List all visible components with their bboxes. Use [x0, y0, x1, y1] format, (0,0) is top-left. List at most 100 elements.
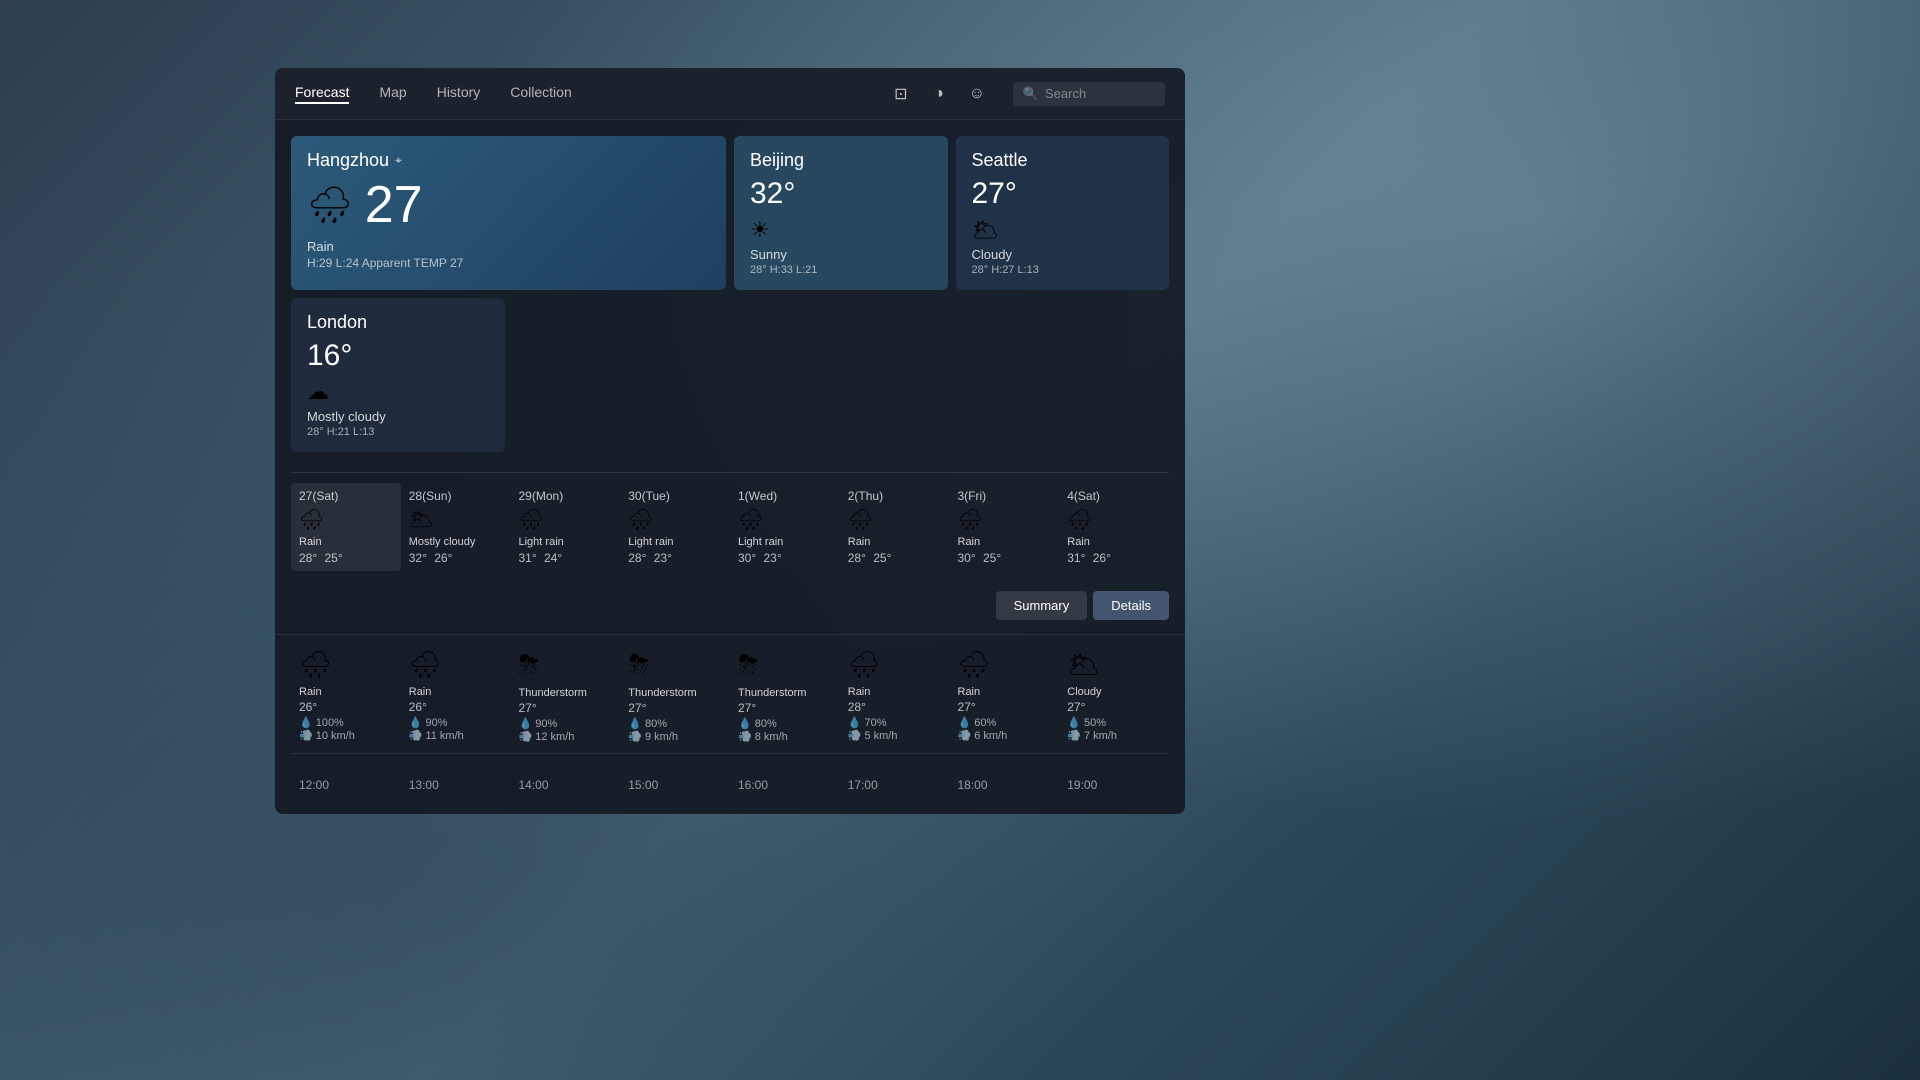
- hour-col-0[interactable]: 🌧 Rain 26° 💧100% 💨10 km/h: [291, 643, 401, 749]
- summary-button[interactable]: Summary: [996, 591, 1088, 620]
- day-col-3[interactable]: 30(Tue) 🌧 Light rain 28° 23°: [620, 483, 730, 571]
- search-icon: 🔍: [1023, 86, 1039, 102]
- details-button[interactable]: Details: [1093, 591, 1169, 620]
- hour-time-label: 14:00: [519, 778, 613, 792]
- day-high: 30°: [738, 551, 756, 565]
- hour-temp: 27°: [738, 701, 832, 715]
- hour-weather-icon: 🌧: [299, 649, 393, 680]
- hour-col-3[interactable]: ⛈ Thunderstorm 27° 💧80% 💨9 km/h: [620, 643, 730, 749]
- hangzhou-description: Rain: [307, 239, 710, 254]
- hour-temp: 27°: [1067, 700, 1161, 714]
- hour-col-5[interactable]: 🌧 Rain 28° 💧70% 💨5 km/h: [840, 643, 950, 749]
- city-card-beijing[interactable]: Beijing 32° ☀ Sunny 28° H:33 L:21: [734, 136, 948, 290]
- hour-col-4[interactable]: ⛈ Thunderstorm 27° 💧80% 💨8 km/h: [730, 643, 840, 749]
- app-window: Forecast Map History Collection ⊡ ◑ ☺ 🔍 …: [275, 68, 1185, 814]
- day-weather-icon: 🌧: [299, 507, 393, 532]
- hour-time-col-1: 13:00: [401, 764, 511, 798]
- seattle-weather-icon: 🌥: [972, 217, 1154, 243]
- day-label: 30(Tue): [628, 489, 722, 503]
- hourly-row: 🌧 Rain 26° 💧100% 💨10 km/h 🌧 Rain 26° 💧90…: [291, 643, 1169, 749]
- beijing-temperature: 32°: [750, 177, 932, 211]
- london-name: London: [307, 312, 489, 333]
- day-weather-icon: 🌧: [738, 507, 832, 532]
- hour-col-6[interactable]: 🌧 Rain 27° 💧60% 💨6 km/h: [950, 643, 1060, 749]
- city-card-seattle[interactable]: Seattle 27° 🌥 Cloudy 28° H:27 L:13: [956, 136, 1170, 290]
- beijing-description: Sunny: [750, 247, 932, 262]
- share-icon[interactable]: ⊡: [889, 82, 913, 106]
- seattle-temperature: 27°: [972, 177, 1154, 211]
- day-label: 3(Fri): [958, 489, 1052, 503]
- hour-precip: 💧80%: [738, 717, 832, 730]
- hour-desc: Thunderstorm: [738, 687, 832, 699]
- hour-desc: Cloudy: [1067, 686, 1161, 698]
- day-col-5[interactable]: 2(Thu) 🌧 Rain 28° 25°: [840, 483, 950, 571]
- day-weather-icon: 🌧: [628, 507, 722, 532]
- hour-weather-icon: 🌧: [958, 649, 1052, 680]
- weekly-row: 27(Sat) 🌧 Rain 28° 25° 28(Sun) 🌥 Mostly …: [291, 472, 1169, 571]
- city-card-london[interactable]: London 16° ☁ Mostly cloudy 28° H:21 L:13: [291, 298, 505, 452]
- london-temperature: 16°: [307, 339, 489, 373]
- hour-time-label: 19:00: [1067, 778, 1161, 792]
- hour-precip: 💧90%: [409, 716, 503, 729]
- hour-col-2[interactable]: ⛈ Thunderstorm 27° 💧90% 💨12 km/h: [511, 643, 621, 749]
- london-description: Mostly cloudy: [307, 409, 489, 424]
- day-weather-icon: 🌧: [848, 507, 942, 532]
- account-icon[interactable]: ☺: [965, 82, 989, 106]
- hour-temp: 26°: [409, 700, 503, 714]
- city-card-hangzhou[interactable]: Hangzhou ⌖ 🌧 27 Rain H:29 L:24 Apparent …: [291, 136, 726, 290]
- day-col-7[interactable]: 4(Sat) 🌧 Rain 31° 26°: [1059, 483, 1169, 571]
- tab-history[interactable]: History: [437, 84, 481, 104]
- hour-weather-icon: ⛈: [738, 649, 832, 681]
- tab-map[interactable]: Map: [379, 84, 406, 104]
- day-col-2[interactable]: 29(Mon) 🌧 Light rain 31° 24°: [511, 483, 621, 571]
- hangzhou-temperature: 27: [365, 179, 423, 231]
- tab-forecast[interactable]: Forecast: [295, 84, 349, 104]
- nav-tabs: Forecast Map History Collection: [295, 84, 889, 104]
- day-desc: Rain: [1067, 536, 1161, 548]
- search-input[interactable]: [1045, 86, 1155, 101]
- nav-bar: Forecast Map History Collection ⊡ ◑ ☺ 🔍: [275, 68, 1185, 120]
- day-col-0[interactable]: 27(Sat) 🌧 Rain 28° 25°: [291, 483, 401, 571]
- hour-time-label: 17:00: [848, 778, 942, 792]
- hour-time-col-6: 18:00: [950, 764, 1060, 798]
- hour-desc: Thunderstorm: [519, 687, 613, 699]
- hour-wind: 💨5 km/h: [848, 729, 942, 742]
- hour-precip: 💧60%: [958, 716, 1052, 729]
- day-desc: Rain: [299, 536, 393, 548]
- day-temps: 28° 25°: [299, 551, 393, 565]
- hour-time-label: 15:00: [628, 778, 722, 792]
- london-detail: 28° H:21 L:13: [307, 426, 489, 438]
- hangzhou-name: Hangzhou ⌖: [307, 150, 710, 171]
- day-label: 27(Sat): [299, 489, 393, 503]
- hour-col-7[interactable]: 🌥 Cloudy 27° 💧50% 💨7 km/h: [1059, 643, 1169, 749]
- day-col-4[interactable]: 1(Wed) 🌧 Light rain 30° 23°: [730, 483, 840, 571]
- day-col-6[interactable]: 3(Fri) 🌧 Rain 30° 25°: [950, 483, 1060, 571]
- hour-desc: Thunderstorm: [628, 687, 722, 699]
- hour-wind: 💨11 km/h: [409, 729, 503, 742]
- day-col-1[interactable]: 28(Sun) 🌥 Mostly cloudy 32° 26°: [401, 483, 511, 571]
- day-desc: Light rain: [519, 536, 613, 548]
- hour-desc: Rain: [409, 686, 503, 698]
- day-high: 32°: [409, 551, 427, 565]
- hourly-time-row: 12:0013:0014:0015:0016:0017:0018:0019:00: [291, 764, 1169, 798]
- day-temps: 30° 25°: [958, 551, 1052, 565]
- day-high: 28°: [848, 551, 866, 565]
- hour-weather-icon: ⛈: [519, 649, 613, 681]
- hour-col-1[interactable]: 🌧 Rain 26° 💧90% 💨11 km/h: [401, 643, 511, 749]
- day-desc: Light rain: [628, 536, 722, 548]
- hour-desc: Rain: [848, 686, 942, 698]
- day-temps: 31° 24°: [519, 551, 613, 565]
- day-desc: Mostly cloudy: [409, 536, 503, 548]
- hour-time-col-3: 15:00: [620, 764, 730, 798]
- tab-collection[interactable]: Collection: [510, 84, 571, 104]
- contrast-icon[interactable]: ◑: [927, 82, 951, 106]
- day-high: 31°: [519, 551, 537, 565]
- hour-weather-icon: 🌥: [1067, 649, 1161, 680]
- day-temps: 30° 23°: [738, 551, 832, 565]
- day-desc: Light rain: [738, 536, 832, 548]
- day-label: 29(Mon): [519, 489, 613, 503]
- hour-time-col-7: 19:00: [1059, 764, 1169, 798]
- beijing-detail: 28° H:33 L:21: [750, 264, 932, 276]
- day-high: 28°: [299, 551, 317, 565]
- hour-wind: 💨6 km/h: [958, 729, 1052, 742]
